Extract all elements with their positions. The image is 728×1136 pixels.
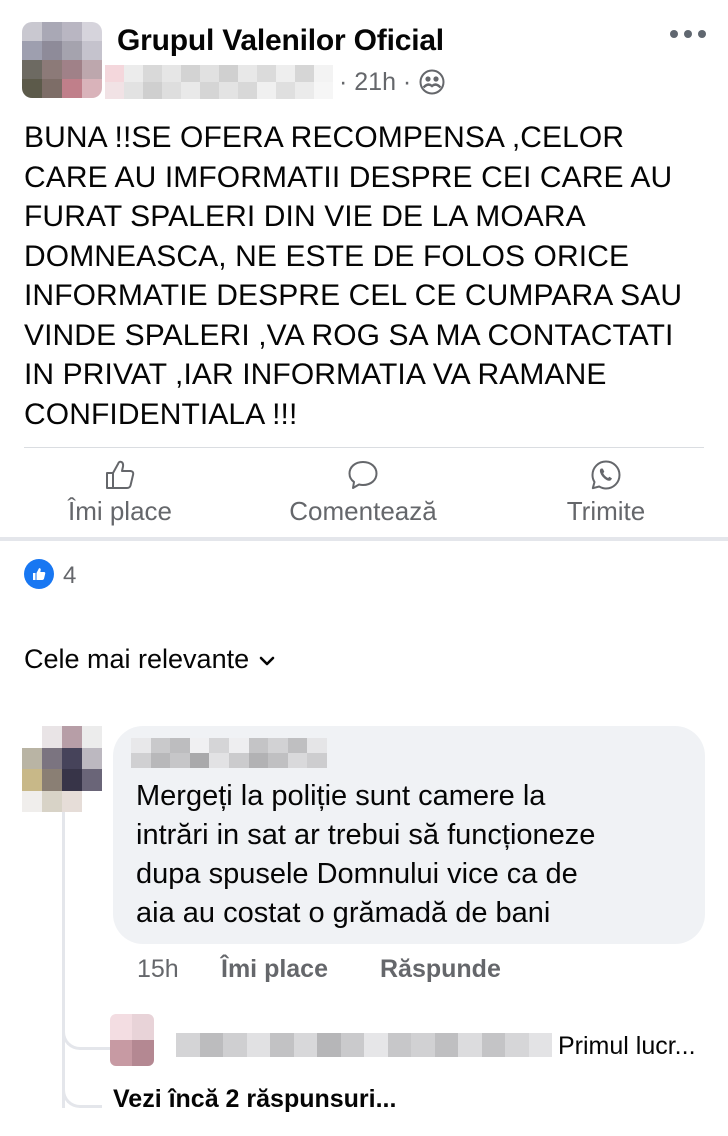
thumbs-up-icon <box>106 460 135 489</box>
share-label: Trimite <box>566 496 646 526</box>
post-body-text: BUNA !!SE OFERA RECOMPENSA ,CELOR CARE A… <box>24 121 683 431</box>
like-label: Îmi place <box>67 496 173 526</box>
more-options-icon[interactable] <box>670 22 706 46</box>
post-meta: · 21h · <box>105 64 445 100</box>
chevron-down-icon <box>259 656 275 665</box>
comment-label: Comentează <box>289 496 437 526</box>
share-button[interactable]: Trimite <box>545 458 667 530</box>
reply-avatar[interactable] <box>110 1014 154 1066</box>
comment-button[interactable]: Comentează <box>268 458 458 530</box>
whatsapp-icon <box>591 460 621 490</box>
reaction-count[interactable]: 4 <box>63 562 76 590</box>
comment-like-button[interactable]: Îmi place <box>221 955 328 984</box>
group-audience-icon <box>419 69 445 95</box>
like-button[interactable]: Îmi place <box>40 458 200 530</box>
reply-author-redacted[interactable] <box>176 1033 552 1057</box>
post-time[interactable]: · 21h · <box>339 68 411 97</box>
thread-connector <box>62 1082 102 1108</box>
sort-label: Cele mai relevante <box>24 644 250 674</box>
post-divider <box>24 447 704 448</box>
section-separator <box>0 537 728 541</box>
thread-line <box>62 812 65 1108</box>
commenter-name-redacted[interactable] <box>131 738 327 768</box>
reply-preview-text[interactable]: Primul lucr... <box>558 1032 696 1061</box>
comment-time[interactable]: 15h <box>137 955 179 984</box>
thread-connector <box>62 1024 112 1050</box>
comment-reply-button[interactable]: Răspunde <box>380 955 501 984</box>
like-reaction-icon[interactable] <box>24 559 54 589</box>
comment-sort-dropdown[interactable]: Cele mai relevante <box>24 644 277 675</box>
view-more-replies-link[interactable]: Vezi încă 2 răspunsuri... <box>113 1085 396 1114</box>
post-author-avatar[interactable] <box>22 22 102 98</box>
commenter-avatar[interactable] <box>22 726 102 812</box>
group-name[interactable]: Grupul Valenilor Oficial <box>117 24 444 58</box>
comment-text: Mergeți la poliție sunt camere la intrăr… <box>136 780 596 929</box>
speech-bubble-icon <box>348 461 378 489</box>
author-name-redacted[interactable] <box>105 65 333 99</box>
